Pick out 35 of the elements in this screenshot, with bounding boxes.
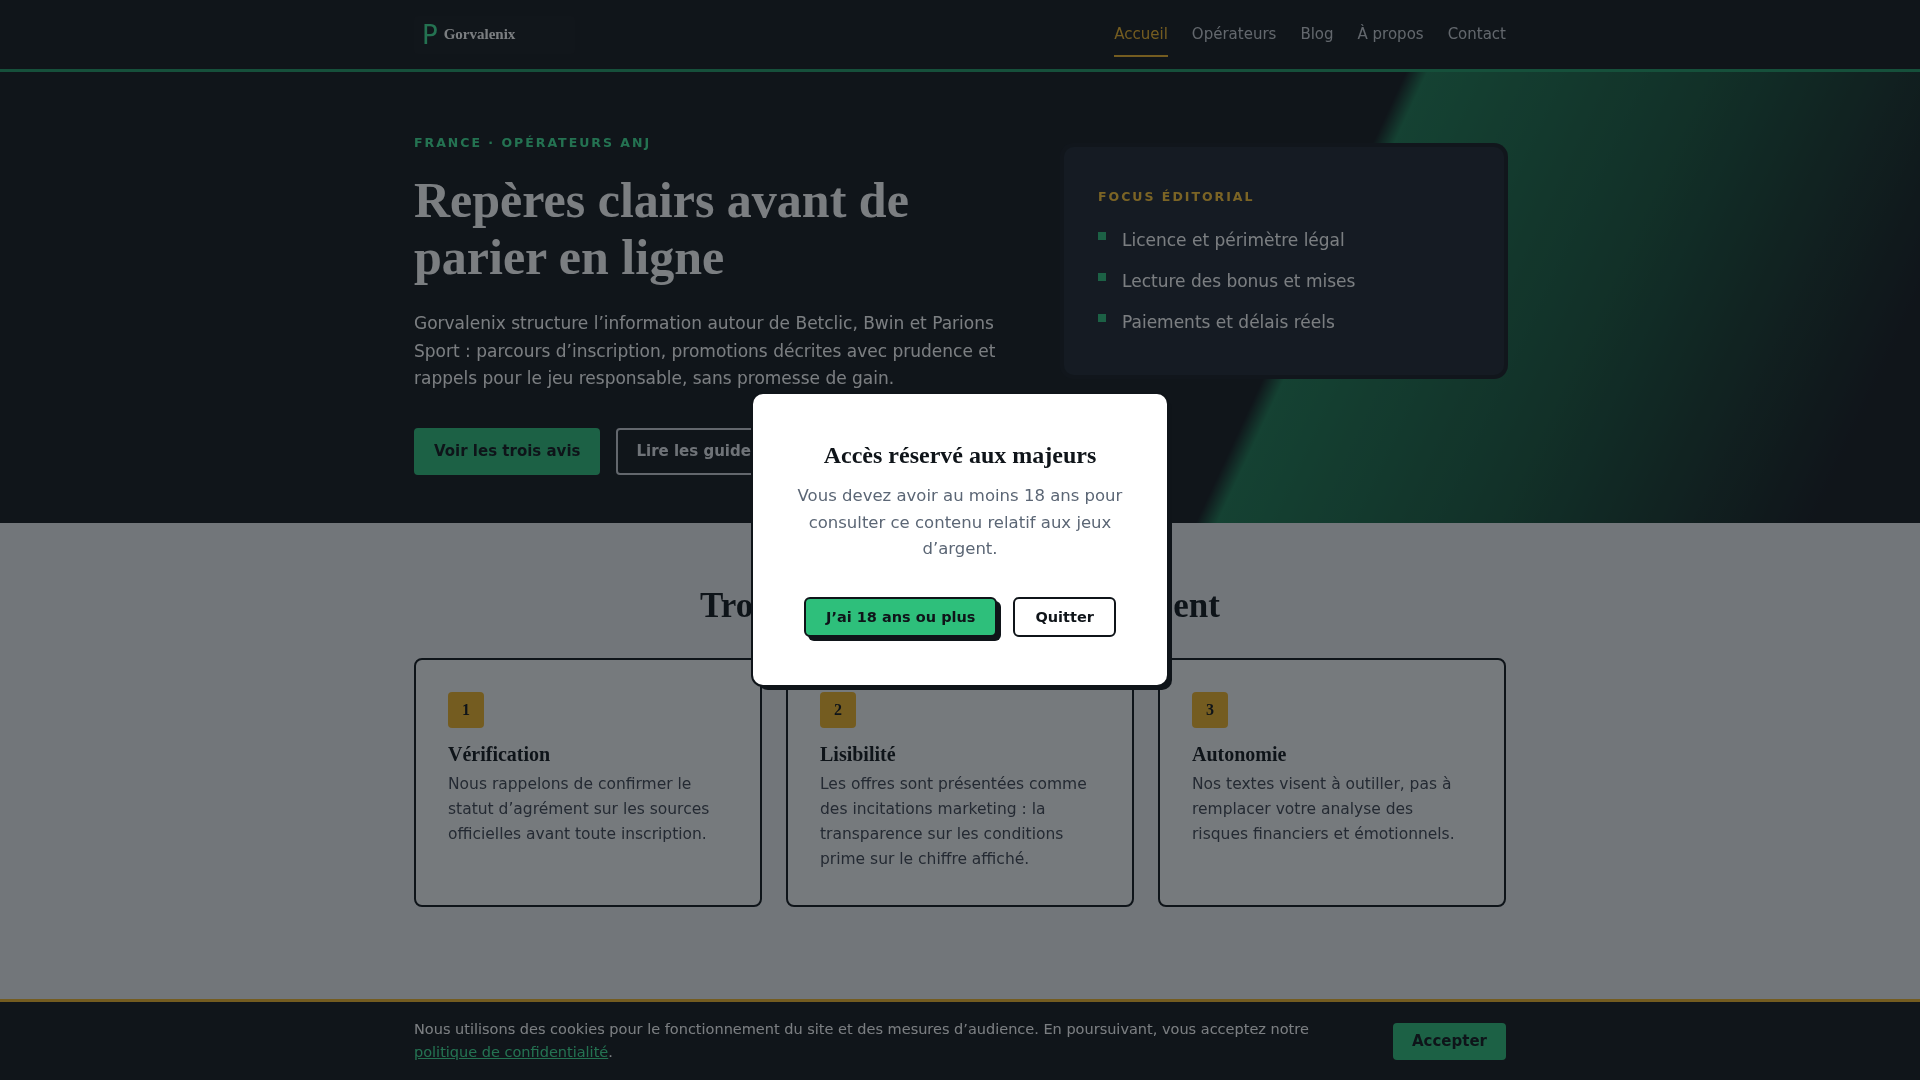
- focus-item: Licence et périmètre légal: [1122, 230, 1345, 250]
- reviews-button[interactable]: Voir les trois avis: [414, 427, 601, 475]
- bullet-icon: [1098, 232, 1106, 240]
- section-title: Tro: [700, 585, 754, 627]
- nav-link[interactable]: Accueil: [1114, 0, 1168, 57]
- accept-button[interactable]: Accepter: [1393, 1022, 1506, 1060]
- nav-link[interactable]: À propos: [1357, 0, 1424, 57]
- card-text: Nos textes visent à outiller, pas à remplacer votre analyse des risques financiers et émotionnels.: [1192, 774, 1456, 845]
- focus-item: Paiements et délais réels: [1122, 312, 1335, 332]
- hero-title: Repères clairs avant de parier en ligne: [414, 172, 910, 286]
- step-number: 1: [448, 692, 484, 728]
- dialog-text: Vous devez avoir au moins 18 ans pour consulter ce contenu relatif aux jeux d’argent.: [796, 485, 1124, 560]
- focus-title: FOCUS ÉDITORIAL: [1098, 189, 1256, 204]
- bullet-icon: [1098, 314, 1106, 322]
- step-number: 2: [820, 692, 856, 728]
- card-text: Les offres sont présentées comme des incitations marketing : la transparence sur les conditions prime sur le chiffre affiché.: [820, 774, 1088, 870]
- nav-link[interactable]: Contact: [1447, 0, 1506, 57]
- step-number: 3: [1192, 692, 1228, 728]
- section-title: ent: [1173, 585, 1220, 627]
- privacy-link[interactable]: politique de confidentialité: [414, 1044, 609, 1060]
- nav-link[interactable]: Blog: [1300, 0, 1334, 57]
- bullet-icon: [1098, 273, 1106, 281]
- quit-button[interactable]: Quitter: [1013, 596, 1116, 637]
- card-title: Autonomie: [1192, 743, 1288, 766]
- logo-mark: P: [422, 21, 438, 48]
- hero-description: Gorvalenix structure l’information autour de Betclic, Bwin et Parions Sport : parcours d’inscription, promotions décrites avec prudence et rappels pour le jeu responsable, sans promesse de gain.: [414, 312, 997, 390]
- cookie-notice: Nous utilisons des cookies pour le fonctionnement du site et des mesures d’audience. En poursuivant, vous acceptez notre politique de confidentialité.: [414, 1020, 1310, 1062]
- dialog-title: Accès réservé aux majeurs: [822, 442, 1098, 469]
- card-title: Lisibilité: [820, 743, 897, 766]
- card-title: Vérification: [448, 743, 552, 766]
- brand-name: Gorvalenix: [443, 26, 516, 43]
- focus-item: Lecture des bonus et mises: [1122, 271, 1356, 291]
- nav-link[interactable]: Opérateurs: [1191, 0, 1277, 57]
- eyebrow-label: FRANCE · OPÉRATEURS ANJ: [414, 135, 653, 150]
- card-text: Nous rappelons de confirmer le statut d’agrément sur les sources officielles avant toute inscription.: [448, 774, 711, 845]
